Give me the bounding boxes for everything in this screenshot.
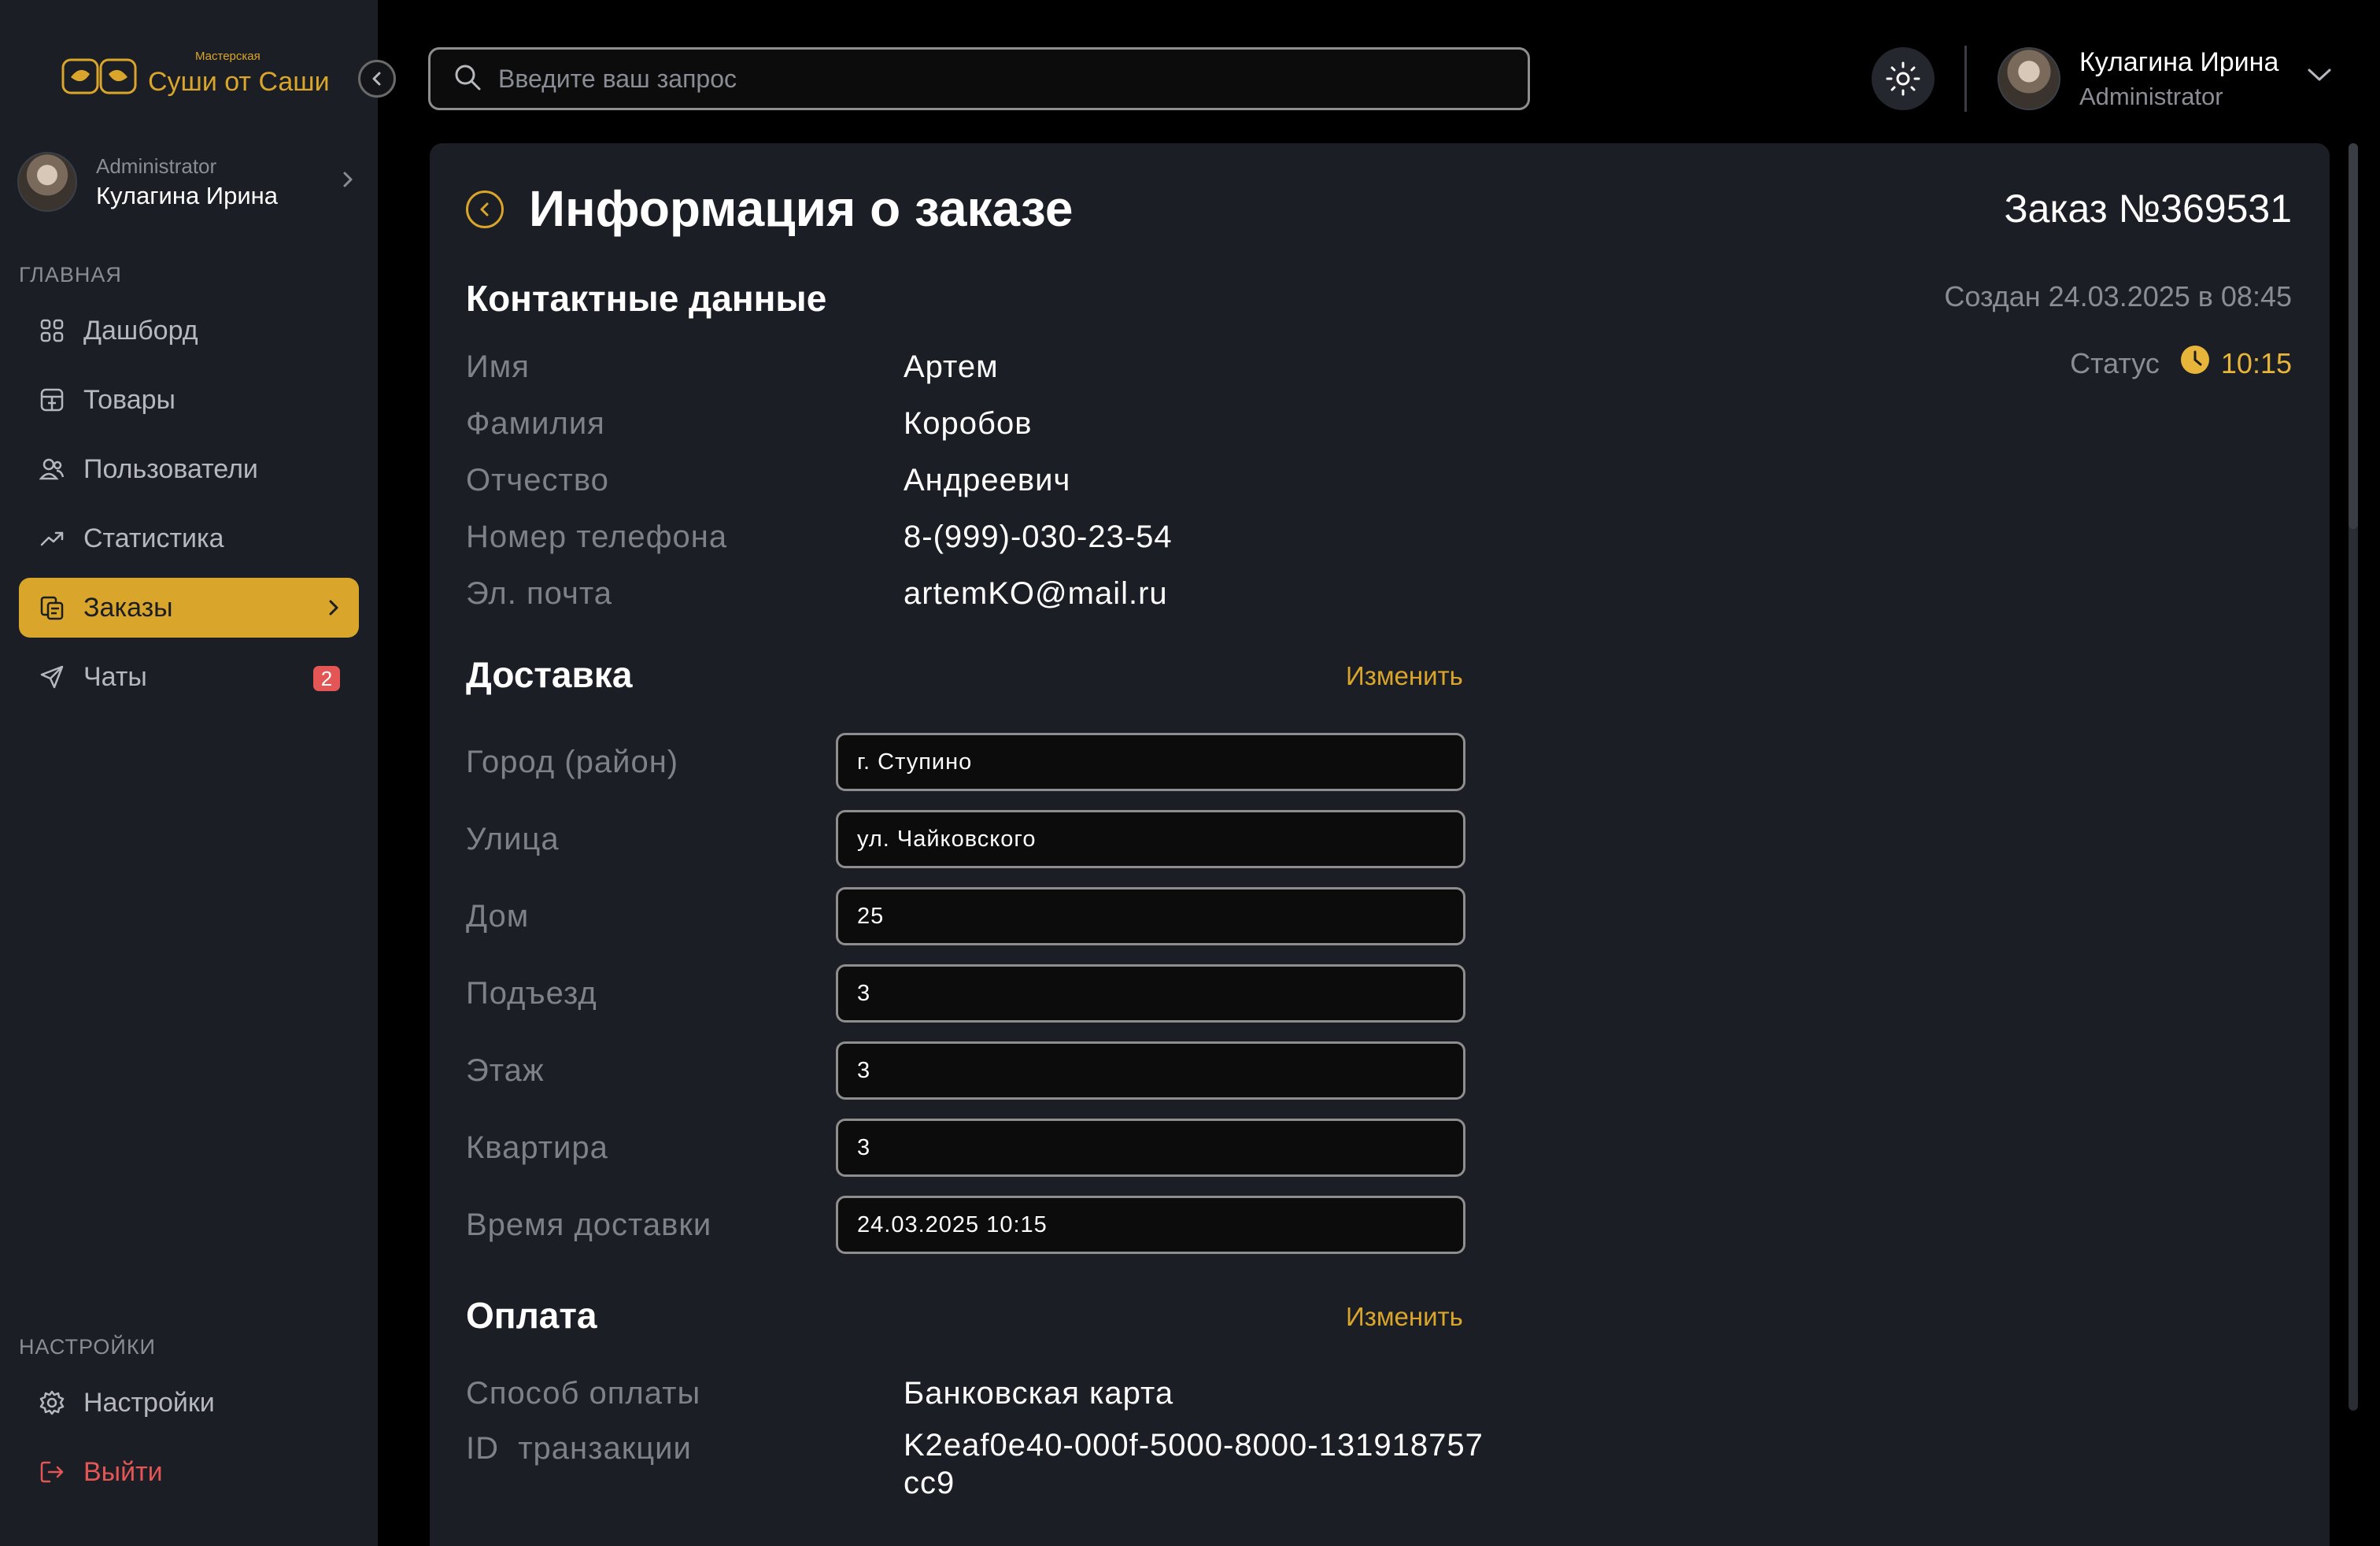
contact-label-first-name: Имя	[466, 350, 530, 384]
chevron-right-icon	[326, 595, 342, 627]
sidebar-item-label: Товары	[83, 384, 176, 415]
status-badge: Статус 10:15	[2070, 345, 2292, 382]
scrollbar[interactable]	[2349, 143, 2358, 1411]
profile-role: Administrator	[96, 153, 217, 178]
send-icon	[36, 661, 68, 693]
header-user-menu[interactable]: Кулагина Ирина Administrator	[1998, 46, 2278, 112]
delivery-label-time: Время доставки	[466, 1208, 712, 1242]
street-field[interactable]	[836, 810, 1465, 868]
sidebar-item-label: Чаты	[83, 661, 147, 692]
brand-logo[interactable]: Мастерская Суши от Саши	[61, 49, 330, 104]
chevron-down-icon[interactable]	[2306, 66, 2333, 87]
section-label-settings: НАСТРОЙКИ	[19, 1335, 156, 1359]
trend-icon	[36, 523, 68, 554]
contact-label-last-name: Фамилия	[466, 406, 605, 441]
sidebar-item-users[interactable]: Пользователи	[19, 439, 359, 499]
contact-label-patronymic: Отчество	[466, 463, 609, 497]
sidebar-item-statistics[interactable]: Статистика	[19, 509, 359, 568]
sidebar-item-label: Выйти	[83, 1456, 163, 1487]
gear-icon	[36, 1387, 68, 1418]
sidebar-item-label: Статистика	[83, 523, 224, 553]
contact-label-phone: Номер телефона	[466, 520, 728, 554]
delivery-title: Доставка	[466, 654, 633, 695]
logout-icon	[36, 1456, 68, 1488]
sidebar-item-chats[interactable]: Чаты 2	[19, 647, 359, 707]
contacts-title: Контактные данные	[466, 278, 827, 319]
city-field[interactable]	[836, 733, 1465, 791]
avatar	[1998, 47, 2060, 110]
header-divider	[1964, 46, 1967, 112]
back-button[interactable]	[466, 190, 504, 228]
delivery-label-city: Город (район)	[466, 745, 679, 779]
payment-value-method: Банковская карта	[904, 1376, 1174, 1411]
chevron-left-icon	[480, 202, 489, 216]
sidebar-item-products[interactable]: Товары	[19, 370, 359, 430]
payment-label-method: Способ оплаты	[466, 1376, 701, 1411]
sidebar-item-orders[interactable]: Заказы	[19, 578, 359, 638]
delivery-time-field[interactable]	[836, 1196, 1465, 1254]
sun-icon	[1886, 61, 1920, 96]
delivery-label-apartment: Квартира	[466, 1130, 608, 1165]
sidebar-item-label: Настройки	[83, 1387, 215, 1418]
status-time: 10:15	[2220, 346, 2292, 379]
chevron-right-icon	[340, 168, 356, 194]
users-icon	[36, 453, 68, 485]
orders-icon	[36, 592, 68, 623]
entrance-field[interactable]	[836, 964, 1465, 1023]
sidebar: Мастерская Суши от Саши Administrator Ку…	[0, 0, 378, 1546]
page-title: Информация о заказе	[529, 180, 1074, 237]
scroll-thumb[interactable]	[2349, 143, 2358, 529]
apartment-field[interactable]	[836, 1119, 1465, 1177]
search-input[interactable]	[498, 64, 1474, 94]
edit-payment-link[interactable]: Изменить	[1346, 1302, 1463, 1332]
payment-title: Оплата	[466, 1295, 597, 1336]
sidebar-item-label: Заказы	[83, 592, 173, 623]
brand-text: Мастерская Суши от Саши	[148, 50, 330, 98]
payment-label-transaction: ID транзакции	[466, 1431, 692, 1466]
unread-badge: 2	[313, 666, 340, 691]
sidebar-item-label: Дашборд	[83, 315, 198, 346]
status-label: Статус	[2070, 346, 2160, 379]
app-root: Мастерская Суши от Саши Administrator Ку…	[0, 0, 2380, 1546]
delivery-label-house: Дом	[466, 899, 530, 934]
profile-name: Кулагина Ирина	[96, 181, 279, 209]
contact-value-phone: 8-(999)-030-23-54	[904, 520, 1173, 554]
sidebar-item-dashboard[interactable]: Дашборд	[19, 301, 359, 361]
theme-toggle-button[interactable]	[1872, 47, 1935, 110]
contact-value-first-name: Артем	[904, 350, 999, 384]
profile-text: Administrator Кулагина Ирина	[96, 154, 278, 210]
collapse-sidebar-button[interactable]	[358, 60, 396, 98]
sidebar-item-settings[interactable]: Настройки	[19, 1373, 359, 1433]
header-user-role: Administrator	[2079, 82, 2223, 110]
search-icon	[453, 62, 482, 96]
contact-label-email: Эл. почта	[466, 576, 612, 611]
house-field[interactable]	[836, 887, 1465, 945]
contact-value-last-name: Коробов	[904, 406, 1033, 441]
brand-name: Суши от Саши	[148, 66, 330, 97]
payment-value-transaction: K2eaf0e40-000f-5000-8000-131918757cc9	[904, 1428, 1484, 1500]
contact-value-email: artemKO@mail.ru	[904, 576, 1168, 611]
section-label-main: ГЛАВНАЯ	[19, 263, 122, 287]
header-user-name: Кулагина Ирина	[2079, 46, 2279, 77]
delivery-label-floor: Этаж	[466, 1053, 545, 1088]
logout-button[interactable]: Выйти	[19, 1442, 359, 1502]
search-box[interactable]	[428, 47, 1530, 110]
clock-icon	[2180, 345, 2210, 382]
header-user-text: Кулагина Ирина Administrator	[2079, 47, 2278, 111]
order-number: Заказ №369531	[2004, 187, 2292, 231]
edit-delivery-link[interactable]: Изменить	[1346, 661, 1463, 691]
products-icon	[36, 384, 68, 416]
delivery-label-street: Улица	[466, 822, 560, 856]
floor-field[interactable]	[836, 1041, 1465, 1100]
chevron-left-icon	[372, 72, 381, 86]
dashboard-icon	[36, 315, 68, 346]
order-created: Создан 24.03.2025 в 08:45	[1944, 280, 2292, 313]
sushi-logo-icon	[61, 55, 137, 98]
contact-value-patronymic: Андреевич	[904, 463, 1071, 497]
avatar	[17, 152, 77, 212]
sidebar-profile[interactable]: Administrator Кулагина Ирина	[17, 150, 364, 214]
brand-subtitle: Мастерская	[195, 49, 261, 63]
delivery-label-entrance: Подъезд	[466, 976, 597, 1011]
sidebar-item-label: Пользователи	[83, 453, 258, 484]
